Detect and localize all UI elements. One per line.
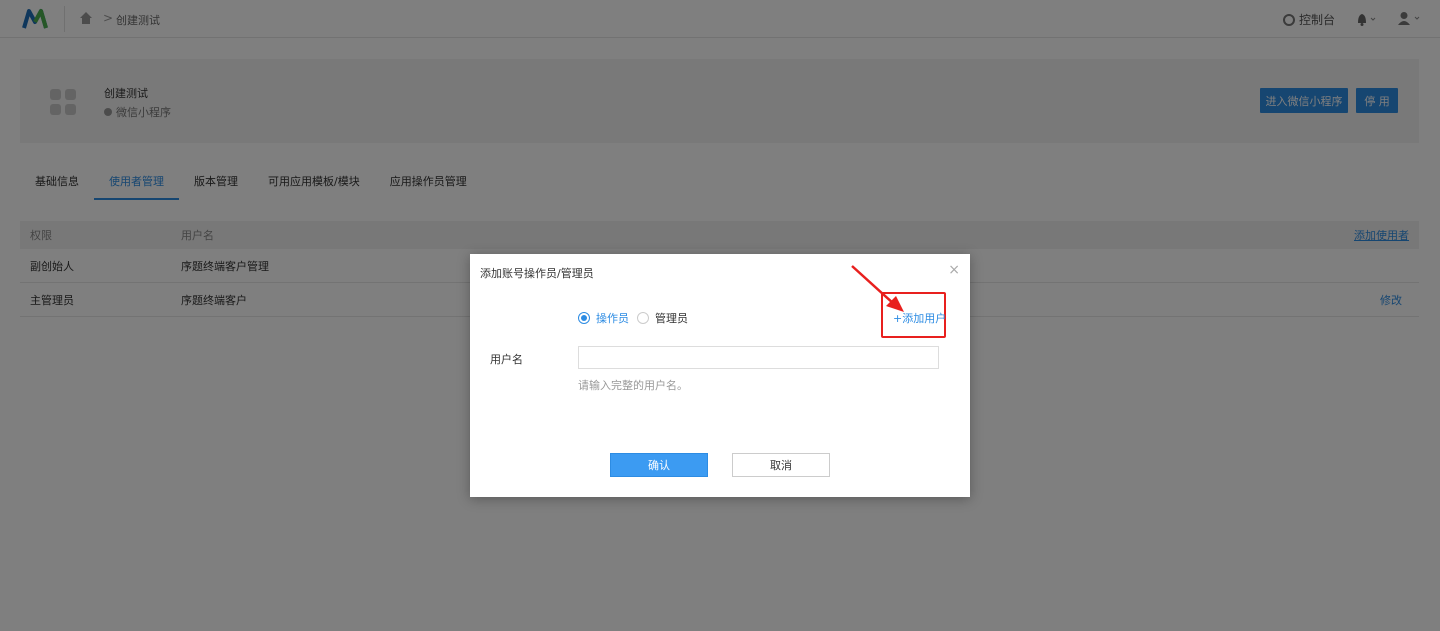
username-label: 用户名	[490, 353, 523, 366]
radio-operator[interactable]	[578, 312, 590, 324]
cancel-button[interactable]: 取消	[732, 453, 830, 477]
close-icon[interactable]: ×	[948, 262, 960, 278]
annotation-arrow-icon	[851, 265, 904, 312]
radio-admin[interactable]	[637, 312, 649, 324]
radio-operator-label[interactable]: 操作员	[596, 310, 629, 326]
dialog-title: 添加账号操作员/管理员	[480, 267, 594, 280]
role-radio-group: 操作员 管理员	[578, 310, 688, 326]
username-hint: 请输入完整的用户名。	[578, 379, 688, 392]
username-input[interactable]	[578, 346, 939, 369]
confirm-button[interactable]: 确认	[610, 453, 708, 477]
radio-admin-label[interactable]: 管理员	[655, 310, 688, 326]
